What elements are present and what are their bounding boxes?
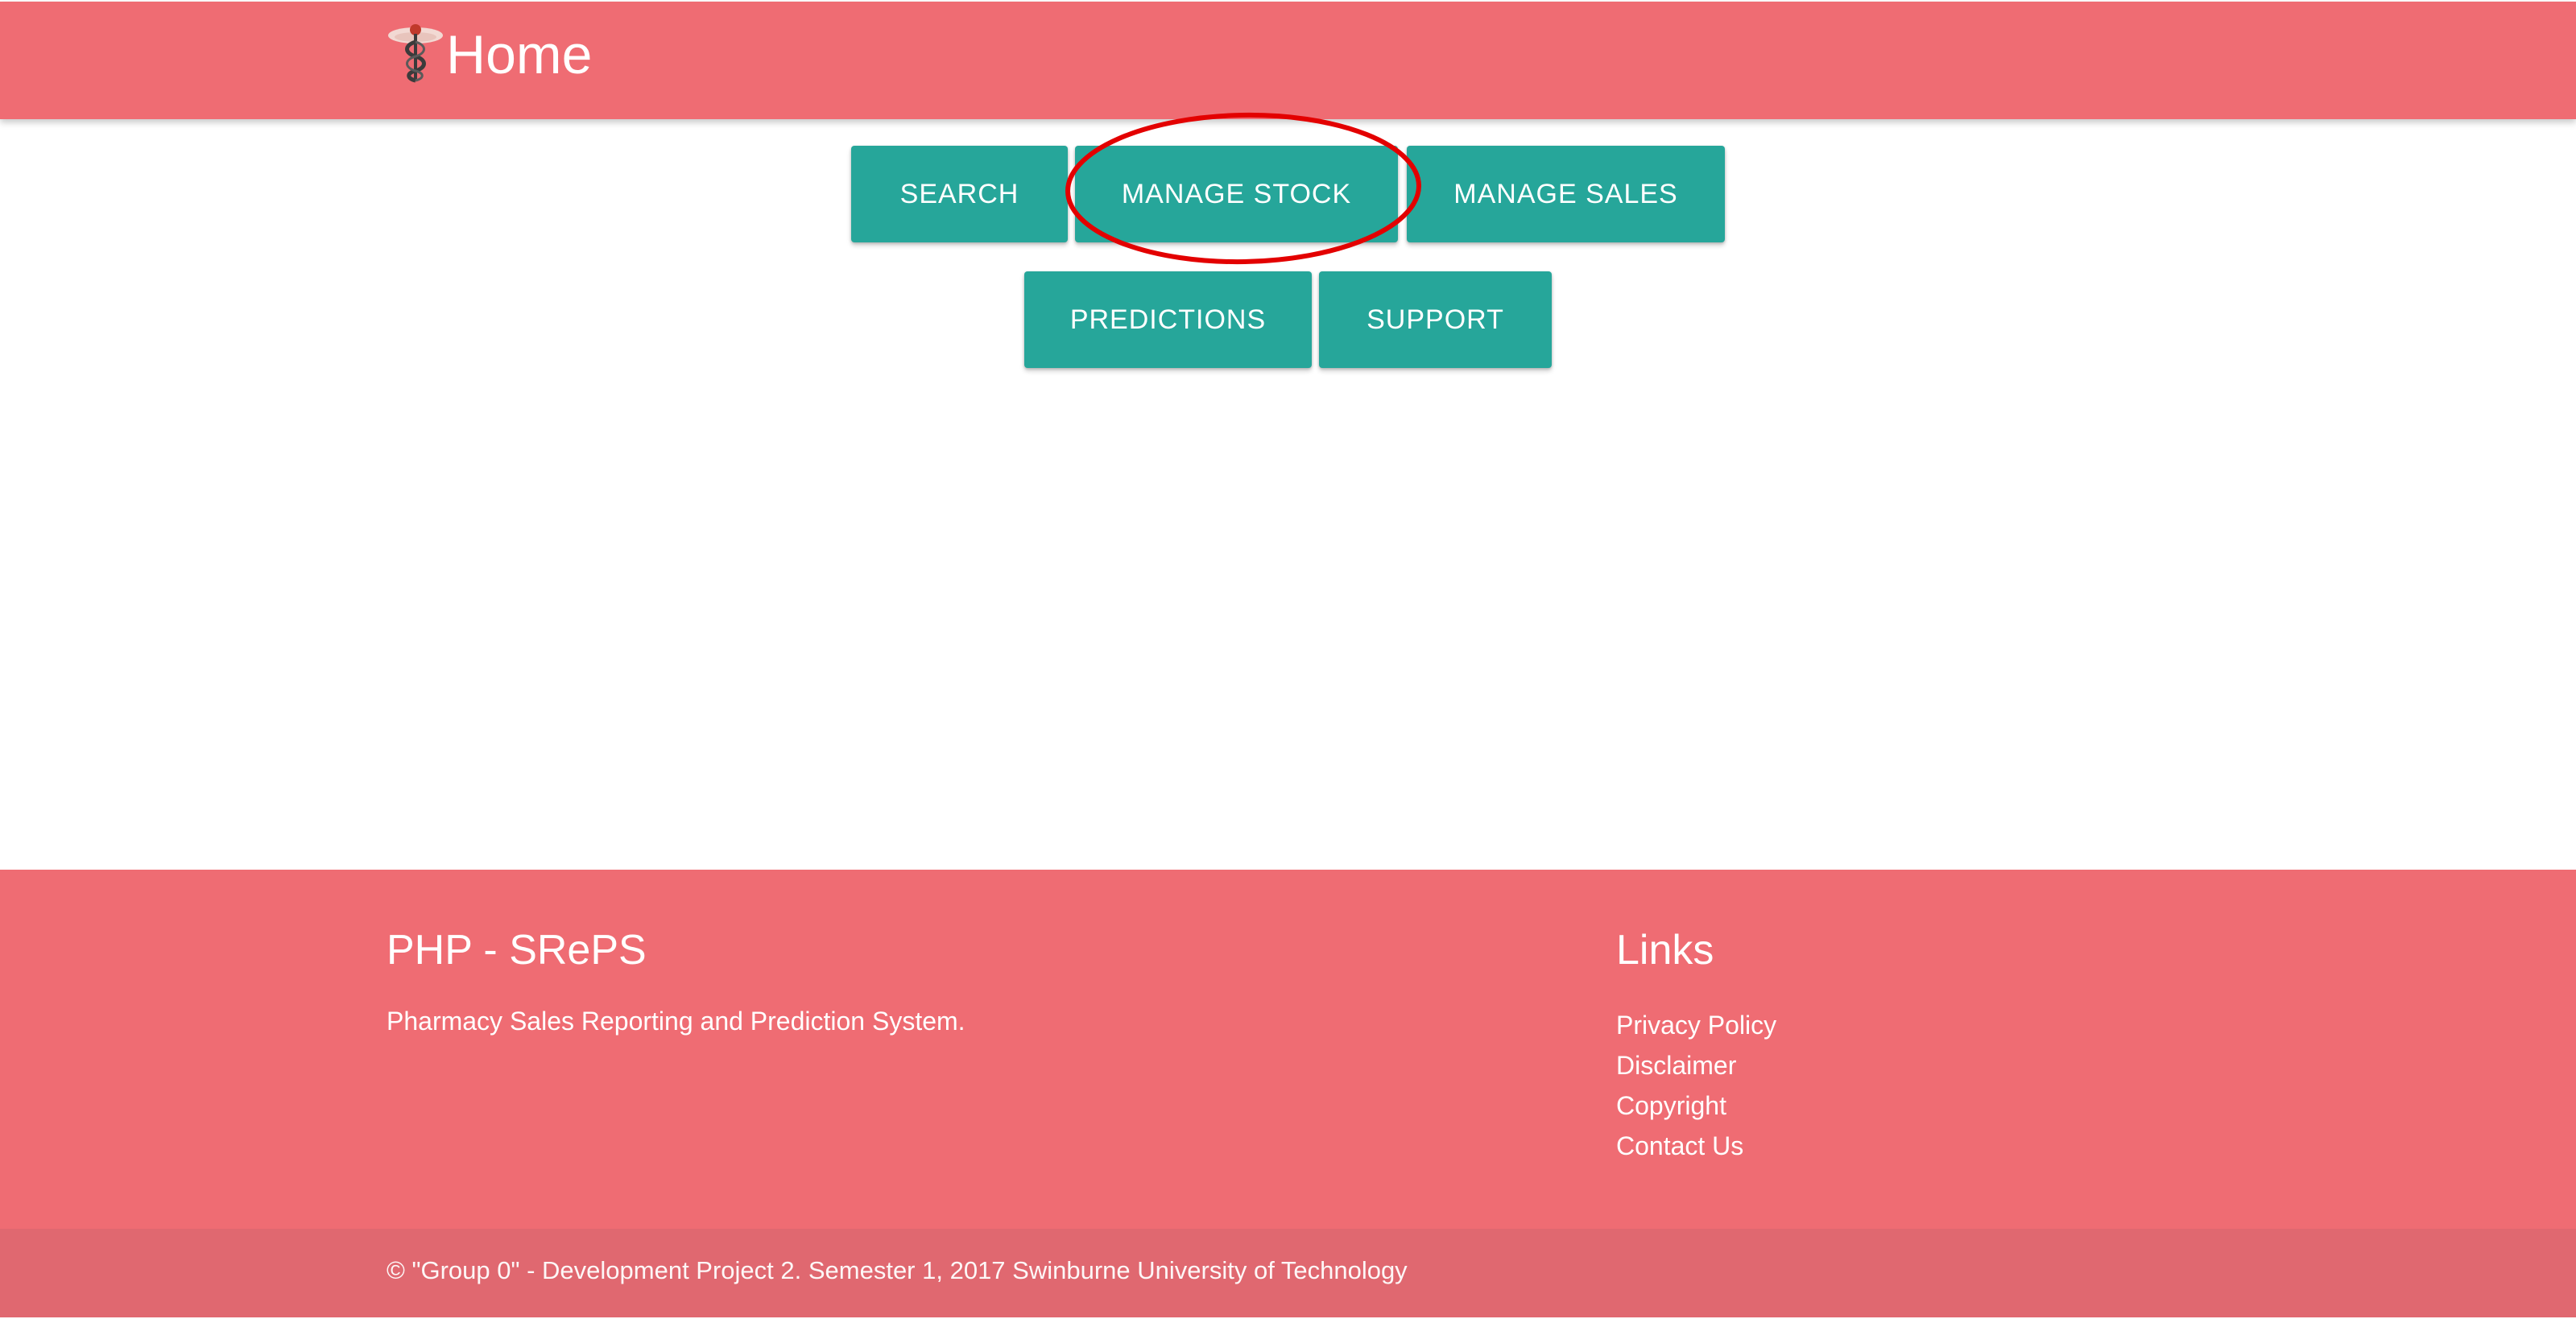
predictions-button[interactable]: PREDICTIONS [1024, 271, 1312, 368]
footer-title: PHP - SRePS [387, 927, 647, 974]
page-title: Home [446, 24, 593, 85]
page: Home SEARCH MANAGE STOCK MANAGE SALES PR… [0, 0, 2576, 1319]
copyright-text: © "Group 0" - Development Project 2. Sem… [387, 1256, 1408, 1284]
support-button[interactable]: SUPPORT [1319, 271, 1552, 368]
caduceus-icon [388, 24, 443, 83]
footer-description: Pharmacy Sales Reporting and Prediction … [387, 1007, 965, 1036]
brand[interactable]: Home [387, 23, 593, 85]
header-bar: Home [0, 2, 2576, 119]
manage-sales-button[interactable]: MANAGE SALES [1407, 146, 1725, 242]
footer: PHP - SRePS Pharmacy Sales Reporting and… [0, 870, 2576, 1229]
footer-links-list: Privacy Policy Disclaimer Copyright Cont… [1616, 1005, 1776, 1166]
footer-links-title: Links [1616, 927, 1714, 974]
privacy-policy-link[interactable]: Privacy Policy [1616, 1005, 1776, 1045]
copyright-bar: © "Group 0" - Development Project 2. Sem… [0, 1229, 2576, 1317]
manage-stock-button[interactable]: MANAGE STOCK [1075, 146, 1398, 242]
disclaimer-link[interactable]: Disclaimer [1616, 1045, 1776, 1085]
search-button[interactable]: SEARCH [851, 146, 1068, 242]
copyright-link[interactable]: Copyright [1616, 1085, 1776, 1126]
contact-us-link[interactable]: Contact Us [1616, 1126, 1776, 1166]
